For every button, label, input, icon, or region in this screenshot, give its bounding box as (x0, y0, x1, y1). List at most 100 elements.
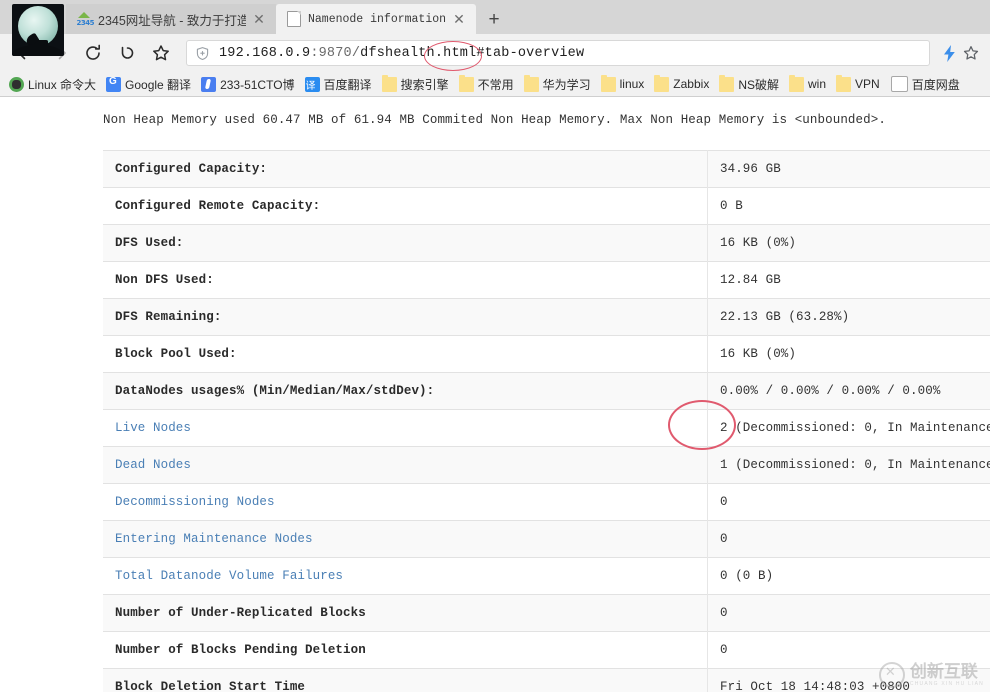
folder-icon (654, 77, 669, 92)
cluster-summary-body: Configured Capacity: 34.96 GB Configured… (103, 151, 990, 693)
bookmark-folder-search-engines[interactable]: 搜索引擎 (377, 74, 454, 95)
browser-window: 2345 2345网址导航 - 致力于打造 ✕ Namenode informa… (0, 0, 990, 693)
bookmark-label: 不常用 (478, 76, 514, 93)
watermark-text-en: CHUANG XIN HU LIAN (910, 681, 984, 688)
namenode-overview-content: Heap Memory used 104.57 MB of 257.50 MB … (0, 97, 990, 692)
star-outline-icon[interactable] (960, 40, 982, 66)
bookmark-label: Linux 命令大 (28, 76, 96, 93)
bookmark-google-translate[interactable]: Google 翻译 (101, 74, 196, 95)
bookmark-label: 233-51CTO博 (220, 76, 294, 93)
baidu-translate-icon (305, 77, 320, 92)
non-heap-memory-line: Non Heap Memory used 60.47 MB of 61.94 M… (103, 113, 990, 127)
row-key: Number of Under-Replicated Blocks (103, 595, 708, 632)
row-value: 0 (708, 484, 990, 521)
bookmark-folder-vpn[interactable]: VPN (831, 74, 885, 95)
url-port: :9870/ (310, 46, 360, 61)
table-row: DFS Remaining: 22.13 GB (63.28%) (103, 299, 990, 336)
url-path: dfshealth.html#tab-overview (360, 46, 584, 61)
bookmark-label: Zabbix (673, 77, 709, 91)
lightning-bolt-icon[interactable] (938, 40, 960, 66)
close-icon[interactable]: ✕ (250, 10, 268, 28)
house-2345-icon: 2345 (76, 11, 92, 27)
browser-toolbar: 192.168.0.9:9870/dfshealth.html#tab-over… (0, 34, 990, 72)
row-value: 0 (708, 521, 990, 558)
link-dead-nodes[interactable]: Dead Nodes (103, 447, 708, 484)
document-icon (286, 11, 302, 27)
bookmark-label: 百度翻译 (324, 76, 372, 93)
page-icon (891, 76, 908, 92)
tab-2345[interactable]: 2345 2345网址导航 - 致力于打造 ✕ (66, 4, 276, 34)
link-entering-maintenance-nodes[interactable]: Entering Maintenance Nodes (103, 521, 708, 558)
bookmark-label: 搜索引擎 (401, 76, 449, 93)
row-key: Non DFS Used: (103, 262, 708, 299)
table-row: Configured Remote Capacity: 0 B (103, 188, 990, 225)
bookmark-label: VPN (855, 77, 880, 91)
bookmark-folder-rarely-used[interactable]: 不常用 (454, 74, 519, 95)
row-value: 0 (0 B) (708, 558, 990, 595)
reload-icon[interactable] (76, 38, 110, 68)
row-key: Configured Remote Capacity: (103, 188, 708, 225)
bookmark-folder-ns-crack[interactable]: NS破解 (714, 74, 784, 95)
51cto-icon (201, 77, 216, 92)
row-value-dead-nodes: 1 (Decommissioned: 0, In Maintenance: 0) (708, 447, 990, 484)
bookmark-label: linux (620, 77, 645, 91)
row-value-live-nodes: 2 (Decommissioned: 0, In Maintenance: 0) (708, 410, 990, 447)
page-viewport: Heap Memory used 104.57 MB of 257.50 MB … (0, 97, 990, 692)
tab-namenode-information[interactable]: Namenode information ✕ (276, 4, 476, 34)
close-icon[interactable]: ✕ (450, 10, 468, 28)
undo-icon[interactable] (110, 38, 144, 68)
row-value: 16 KB (0%) (708, 225, 990, 262)
table-row-entering-maintenance-nodes: Entering Maintenance Nodes 0 (103, 521, 990, 558)
star-bookmark-icon[interactable] (144, 38, 178, 68)
bookmark-51cto[interactable]: 233-51CTO博 (196, 74, 299, 95)
bookmark-folder-zabbix[interactable]: Zabbix (649, 74, 714, 95)
bookmark-label: 百度网盘 (912, 76, 960, 93)
url-host: 192.168.0.9 (219, 46, 310, 61)
watermark-logo-icon (879, 662, 905, 688)
link-live-nodes[interactable]: Live Nodes (103, 410, 708, 447)
row-value: 0 B (708, 188, 990, 225)
bookmark-label: 华为学习 (543, 76, 591, 93)
link-total-datanode-volume-failures[interactable]: Total Datanode Volume Failures (103, 558, 708, 595)
table-row-live-nodes: Live Nodes 2 (Decommissioned: 0, In Main… (103, 410, 990, 447)
folder-icon (836, 77, 851, 92)
bookmark-label: win (808, 77, 826, 91)
bookmark-folder-huawei-study[interactable]: 华为学习 (519, 74, 596, 95)
bookmark-baidu-translate[interactable]: 百度翻译 (300, 74, 377, 95)
folder-icon (524, 77, 539, 92)
table-row-decommissioning-nodes: Decommissioning Nodes 0 (103, 484, 990, 521)
row-key: Configured Capacity: (103, 151, 708, 188)
folder-icon (601, 77, 616, 92)
bookmark-baidu-netdisk[interactable]: 百度网盘 (885, 74, 965, 95)
bookmark-folder-win[interactable]: win (784, 74, 831, 95)
google-translate-icon (106, 77, 121, 92)
row-value: 12.84 GB (708, 262, 990, 299)
row-key: DataNodes usages% (Min/Median/Max/stdDev… (103, 373, 708, 410)
row-key: Block Deletion Start Time (103, 669, 708, 693)
watermark: 创新互联 CHUANG XIN HU LIAN (879, 662, 984, 688)
folder-icon (789, 77, 804, 92)
bookmark-linux-commands[interactable]: Linux 命令大 (4, 74, 101, 95)
link-decommissioning-nodes[interactable]: Decommissioning Nodes (103, 484, 708, 521)
table-row: Non DFS Used: 12.84 GB (103, 262, 990, 299)
tab-strip-bar: 2345 2345网址导航 - 致力于打造 ✕ Namenode informa… (0, 0, 990, 34)
new-tab-button[interactable]: + (480, 6, 508, 34)
table-row: Configured Capacity: 34.96 GB (103, 151, 990, 188)
table-row: DataNodes usages% (Min/Median/Max/stdDev… (103, 373, 990, 410)
shield-icon (195, 46, 210, 61)
watermark-text-cn: 创新互联 (910, 663, 984, 681)
bookmark-label: Google 翻译 (125, 76, 191, 93)
table-row-volume-failures: Total Datanode Volume Failures 0 (0 B) (103, 558, 990, 595)
tabstrip: 2345 2345网址导航 - 致力于打造 ✕ Namenode informa… (0, 0, 990, 34)
bookmark-folder-linux[interactable]: linux (596, 74, 650, 95)
wolf-moon-avatar[interactable] (12, 4, 64, 56)
row-value: 0 (708, 595, 990, 632)
row-key: DFS Remaining: (103, 299, 708, 336)
table-row: Number of Under-Replicated Blocks 0 (103, 595, 990, 632)
tab-title: 2345网址导航 - 致力于打造 (98, 10, 246, 29)
address-bar[interactable]: 192.168.0.9:9870/dfshealth.html#tab-over… (186, 40, 930, 66)
table-row: DFS Used: 16 KB (0%) (103, 225, 990, 262)
tab-title: Namenode information (308, 13, 446, 26)
bookmark-label: NS破解 (738, 76, 779, 93)
row-key: Block Pool Used: (103, 336, 708, 373)
